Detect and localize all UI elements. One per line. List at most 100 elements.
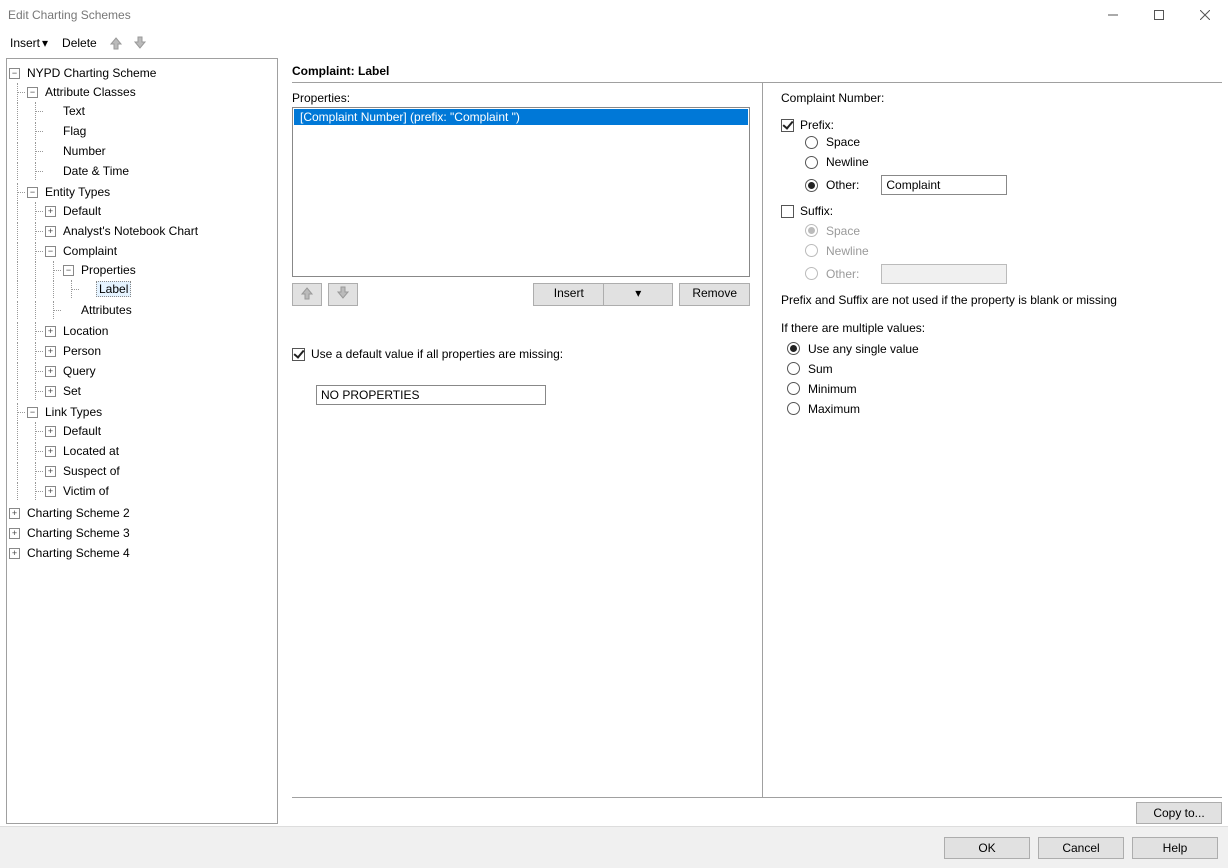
tree-et-person[interactable]: Person: [60, 344, 104, 358]
tree-toggle[interactable]: −: [27, 87, 38, 98]
tree-entity-types[interactable]: Entity Types: [42, 185, 113, 199]
tree-toggle[interactable]: +: [45, 226, 56, 237]
move-up-icon[interactable]: [107, 34, 125, 52]
tree-toggle[interactable]: +: [45, 346, 56, 357]
tree-toggle[interactable]: +: [45, 386, 56, 397]
ok-button[interactable]: OK: [944, 837, 1030, 859]
tree-et-anb[interactable]: Analyst's Notebook Chart: [60, 224, 201, 238]
radio-label: Space: [826, 135, 860, 149]
tree-toggle[interactable]: +: [9, 508, 20, 519]
detail-header: Complaint: Label: [292, 58, 1222, 83]
tree-toggle[interactable]: +: [9, 548, 20, 559]
move-down-icon[interactable]: [131, 34, 149, 52]
tree-et-set[interactable]: Set: [60, 384, 84, 398]
property-insert-dropdown[interactable]: ▾: [603, 283, 673, 306]
tree-cs3[interactable]: Charting Scheme 3: [24, 526, 133, 540]
toolbar-insert[interactable]: Insert ▾: [6, 34, 52, 52]
tree-attr-text[interactable]: Text: [60, 104, 88, 118]
prefix-checkbox[interactable]: Prefix:: [781, 118, 834, 132]
minimize-button[interactable]: [1090, 0, 1136, 30]
properties-listbox[interactable]: [Complaint Number] (prefix: "Complaint "…: [292, 107, 750, 277]
checkbox-icon: [781, 119, 794, 132]
ok-label: OK: [978, 841, 995, 855]
use-default-checkbox[interactable]: Use a default value if all properties ar…: [292, 347, 563, 361]
tree-attr-number[interactable]: Number: [60, 144, 109, 158]
tree-cs2[interactable]: Charting Scheme 2: [24, 506, 133, 520]
tree-complaint-properties[interactable]: Properties: [78, 263, 139, 277]
tree-toggle[interactable]: −: [63, 265, 74, 276]
tree-toggle[interactable]: +: [45, 426, 56, 437]
detail-pane: Complaint: Label Properties: [Complaint …: [278, 58, 1222, 824]
tree-attr-datetime[interactable]: Date & Time: [60, 164, 132, 178]
tree-lt-located[interactable]: Located at: [60, 444, 122, 458]
tree-toggle[interactable]: −: [9, 68, 20, 79]
close-button[interactable]: [1182, 0, 1228, 30]
tree-cs4[interactable]: Charting Scheme 4: [24, 546, 133, 560]
prefix-space-radio[interactable]: Space: [805, 132, 1222, 152]
cancel-button[interactable]: Cancel: [1038, 837, 1124, 859]
default-value-input[interactable]: [316, 385, 546, 405]
radio-label: Newline: [826, 244, 869, 258]
radio-label: Sum: [808, 362, 833, 376]
tree-et-location[interactable]: Location: [60, 324, 111, 338]
tree-toggle[interactable]: −: [27, 407, 38, 418]
prefix-other-radio[interactable]: Other:: [805, 172, 1222, 198]
tree-toggle[interactable]: +: [45, 446, 56, 457]
multi-any-radio[interactable]: Use any single value: [787, 339, 1222, 359]
tree-toggle[interactable]: −: [27, 187, 38, 198]
toolbar-insert-label: Insert: [10, 36, 40, 50]
property-remove-label: Remove: [692, 286, 737, 300]
tree-link-types[interactable]: Link Types: [42, 405, 105, 419]
properties-list-item[interactable]: [Complaint Number] (prefix: "Complaint "…: [294, 109, 748, 125]
radio-label: Space: [826, 224, 860, 238]
copy-to-button[interactable]: Copy to...: [1136, 802, 1222, 824]
property-insert-button[interactable]: Insert ▾: [533, 283, 673, 306]
tree-attr-flag[interactable]: Flag: [60, 124, 89, 138]
tree-toggle[interactable]: +: [45, 206, 56, 217]
toolbar-delete[interactable]: Delete: [58, 34, 101, 52]
radio-icon: [787, 382, 800, 395]
work-area: −NYPD Charting Scheme −Attribute Classes…: [0, 56, 1228, 826]
prefix-suffix-note: Prefix and Suffix are not used if the pr…: [781, 287, 1222, 313]
tree-et-query[interactable]: Query: [60, 364, 99, 378]
tree-pane[interactable]: −NYPD Charting Scheme −Attribute Classes…: [6, 58, 278, 824]
dialog-footer: OK Cancel Help: [0, 826, 1228, 868]
tree-lt-victim[interactable]: Victim of: [60, 484, 112, 498]
tree-et-default[interactable]: Default: [60, 204, 104, 218]
tree-toggle[interactable]: +: [45, 326, 56, 337]
property-move-up-button[interactable]: [292, 283, 322, 306]
radio-icon: [787, 342, 800, 355]
radio-label: Maximum: [808, 402, 860, 416]
radio-label: Other:: [826, 178, 859, 192]
radio-label: Other:: [826, 267, 859, 281]
tree-toggle[interactable]: +: [9, 528, 20, 539]
tree-toggle[interactable]: +: [45, 466, 56, 477]
tree-complaint-label[interactable]: Label: [96, 281, 131, 297]
multi-values-label: If there are multiple values:: [781, 321, 1222, 335]
prefix-newline-radio[interactable]: Newline: [805, 152, 1222, 172]
checkbox-icon: [292, 348, 305, 361]
tree-toggle[interactable]: +: [45, 366, 56, 377]
tree-lt-default[interactable]: Default: [60, 424, 104, 438]
multi-sum-radio[interactable]: Sum: [787, 359, 1222, 379]
suffix-checkbox[interactable]: Suffix:: [781, 204, 833, 218]
tree-toggle[interactable]: +: [45, 486, 56, 497]
maximize-button[interactable]: [1136, 0, 1182, 30]
tree-complaint-attributes[interactable]: Attributes: [78, 303, 135, 317]
help-button[interactable]: Help: [1132, 837, 1218, 859]
multi-max-radio[interactable]: Maximum: [787, 399, 1222, 419]
tree-lt-suspect[interactable]: Suspect of: [60, 464, 123, 478]
tree-et-complaint[interactable]: Complaint: [60, 244, 120, 258]
radio-icon: [787, 402, 800, 415]
tree-attribute-classes[interactable]: Attribute Classes: [42, 85, 139, 99]
suffix-other-input: [881, 264, 1007, 284]
prefix-other-input[interactable]: [881, 175, 1007, 195]
cancel-label: Cancel: [1062, 841, 1099, 855]
multi-min-radio[interactable]: Minimum: [787, 379, 1222, 399]
property-move-down-button[interactable]: [328, 283, 358, 306]
tree-root[interactable]: NYPD Charting Scheme: [24, 66, 159, 80]
tree-toggle[interactable]: −: [45, 246, 56, 257]
property-remove-button[interactable]: Remove: [679, 283, 750, 306]
title-bar: Edit Charting Schemes: [0, 0, 1228, 30]
radio-icon: [805, 156, 818, 169]
